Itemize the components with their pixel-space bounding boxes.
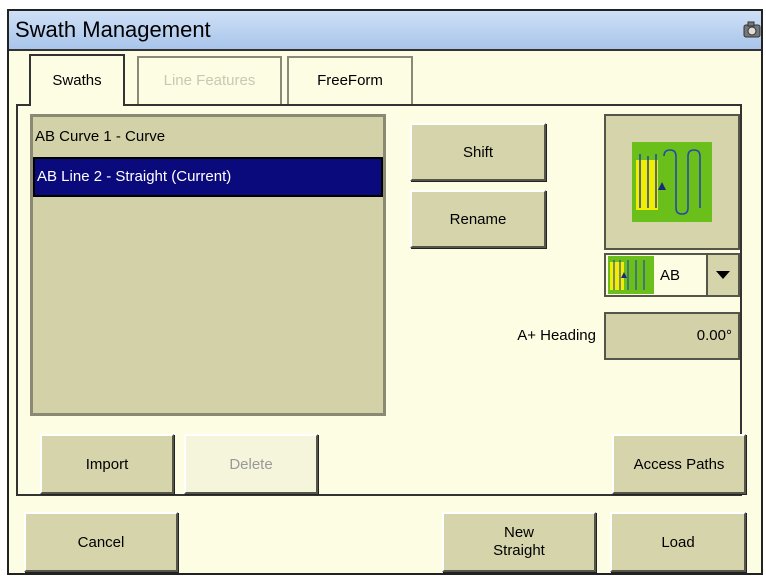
new-straight-line2: Straight	[493, 542, 545, 559]
heading-field[interactable]: 0.00°	[604, 312, 740, 360]
list-item[interactable]: AB Curve 1 - Curve	[33, 117, 383, 157]
pattern-selected-value: AB	[660, 267, 681, 284]
swath-list[interactable]: AB Curve 1 - Curve AB Line 2 - Straight …	[30, 114, 386, 416]
window-title: Swath Management	[15, 17, 211, 42]
ab-pattern-icon	[632, 142, 712, 222]
list-item-selected[interactable]: AB Line 2 - Straight (Current)	[33, 157, 383, 197]
pattern-dropdown[interactable]: AB	[604, 253, 740, 297]
tab-swaths[interactable]: Swaths	[29, 54, 125, 106]
delete-button[interactable]: Delete	[184, 434, 318, 494]
camera-icon[interactable]	[743, 21, 761, 39]
ab-pattern-icon	[608, 256, 654, 294]
rename-button[interactable]: Rename	[410, 190, 546, 248]
tab-freeform[interactable]: FreeForm	[287, 56, 413, 104]
load-button[interactable]: Load	[610, 512, 746, 572]
dropdown-arrow-icon[interactable]	[706, 255, 738, 295]
title-bar: Swath Management	[9, 11, 761, 51]
new-straight-button[interactable]: New Straight	[442, 512, 596, 572]
new-straight-line1: New	[503, 524, 534, 541]
import-button[interactable]: Import	[40, 434, 174, 494]
pattern-preview	[604, 114, 740, 250]
access-paths-button[interactable]: Access Paths	[612, 434, 746, 494]
heading-label: A+ Heading	[517, 327, 596, 344]
shift-button[interactable]: Shift	[410, 123, 546, 181]
cancel-button[interactable]: Cancel	[24, 512, 178, 572]
tab-line-features[interactable]: Line Features	[137, 56, 282, 104]
